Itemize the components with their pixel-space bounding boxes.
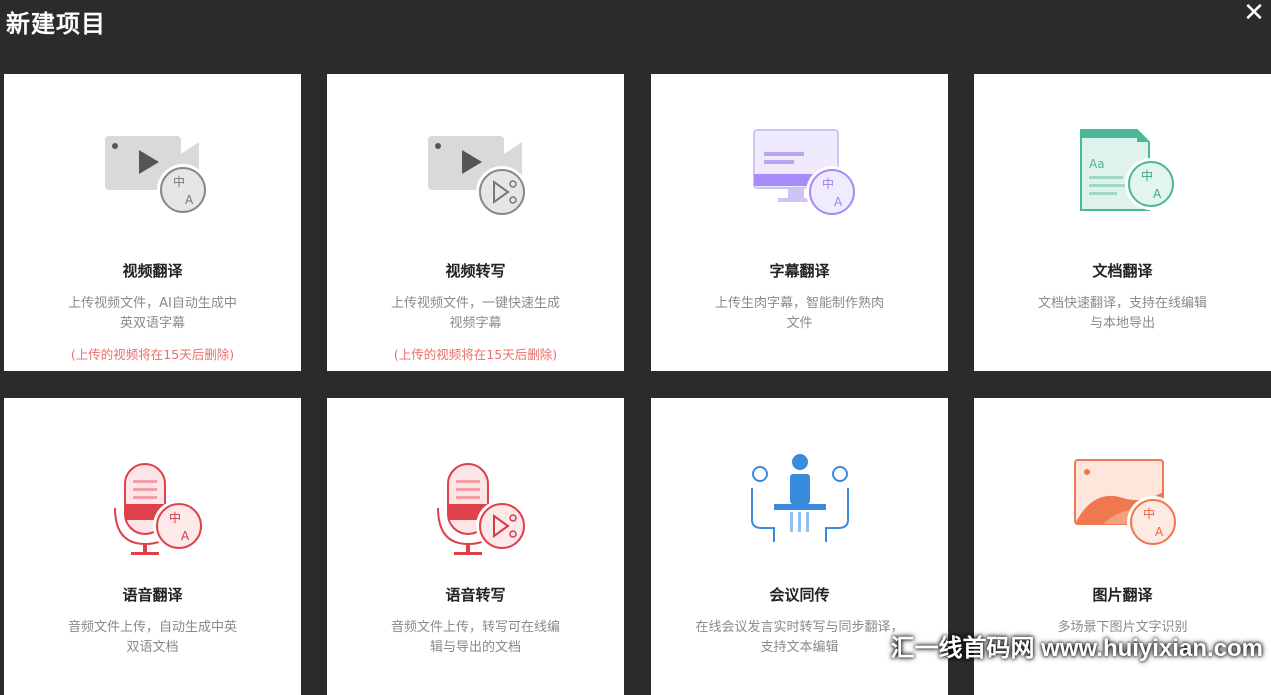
subtitle-translate-icon: 中 A xyxy=(651,124,948,234)
card-subtitle-translate[interactable]: 中 A 字幕翻译 上传生肉字幕，智能制作熟肉文件 xyxy=(651,74,948,371)
card-note: (上传的视频将在15天后删除) xyxy=(70,347,235,362)
voice-transcribe-icon xyxy=(327,448,624,558)
image-translate-icon: 中 A xyxy=(974,448,1271,558)
card-title: 视频转写 xyxy=(445,262,506,280)
card-description: 上传视频文件，AI自动生成中英双语字幕 xyxy=(68,296,237,331)
watermark-text: 汇一线首码网 www.huiyixian.com xyxy=(890,635,1264,662)
card-title: 语音转写 xyxy=(445,586,506,604)
dialog-title: 新建项目 xyxy=(6,10,106,38)
meeting-interpret-icon xyxy=(651,448,948,558)
svg-text:中: 中 xyxy=(173,174,185,189)
svg-text:A: A xyxy=(1153,187,1162,201)
card-voice-translate[interactable]: 中 A 语音翻译 音频文件上传，自动生成中英双语文档 xyxy=(4,398,301,695)
card-title: 语音翻译 xyxy=(122,586,183,604)
card-title: 图片翻译 xyxy=(1092,586,1153,604)
svg-text:A: A xyxy=(834,195,843,209)
card-note: (上传的视频将在15天后删除) xyxy=(393,347,558,362)
svg-text:中: 中 xyxy=(1143,506,1155,521)
svg-text:A: A xyxy=(185,193,194,207)
card-description: 音频文件上传，转写可在线编辑与导出的文档 xyxy=(390,620,560,655)
svg-text:中: 中 xyxy=(822,176,834,191)
card-voice-transcribe[interactable]: 语音转写 音频文件上传，转写可在线编辑与导出的文档 xyxy=(327,398,624,695)
card-title: 文档翻译 xyxy=(1092,262,1153,280)
card-video-translate[interactable]: 中 A 视频翻译 上传视频文件，AI自动生成中英双语字幕 (上传的视频将在15天… xyxy=(4,74,301,371)
card-description: 音频文件上传，自动生成中英双语文档 xyxy=(67,620,237,655)
svg-text:Aa: Aa xyxy=(1089,157,1105,171)
card-title: 视频翻译 xyxy=(122,262,183,280)
close-icon[interactable]: ✕ xyxy=(1241,0,1267,26)
card-description: 在线会议发言实时转写与同步翻译，支持文本编辑 xyxy=(695,620,904,655)
svg-text:A: A xyxy=(1155,525,1164,539)
svg-text:中: 中 xyxy=(1141,168,1153,183)
card-video-transcribe[interactable]: 视频转写 上传视频文件，一键快速生成视频字幕 (上传的视频将在15天后删除) xyxy=(327,74,624,371)
video-translate-icon: 中 A xyxy=(4,124,301,234)
card-title: 字幕翻译 xyxy=(769,262,830,280)
video-transcribe-icon xyxy=(327,124,624,234)
card-title: 会议同传 xyxy=(769,586,830,604)
document-translate-icon: Aa 中 A xyxy=(974,124,1271,234)
card-description: 上传生肉字幕，智能制作熟肉文件 xyxy=(714,296,884,331)
card-document-translate[interactable]: Aa 中 A 文档翻译 文档快速翻译，支持在线编辑与本地导出 xyxy=(974,74,1271,371)
card-description: 文档快速翻译，支持在线编辑与本地导出 xyxy=(1037,296,1207,331)
svg-text:A: A xyxy=(181,529,190,543)
card-description: 上传视频文件，一键快速生成视频字幕 xyxy=(390,296,560,331)
voice-translate-icon: 中 A xyxy=(4,448,301,558)
dialog-titlebar: 新建项目 ✕ xyxy=(0,0,1271,72)
svg-text:中: 中 xyxy=(169,510,181,525)
